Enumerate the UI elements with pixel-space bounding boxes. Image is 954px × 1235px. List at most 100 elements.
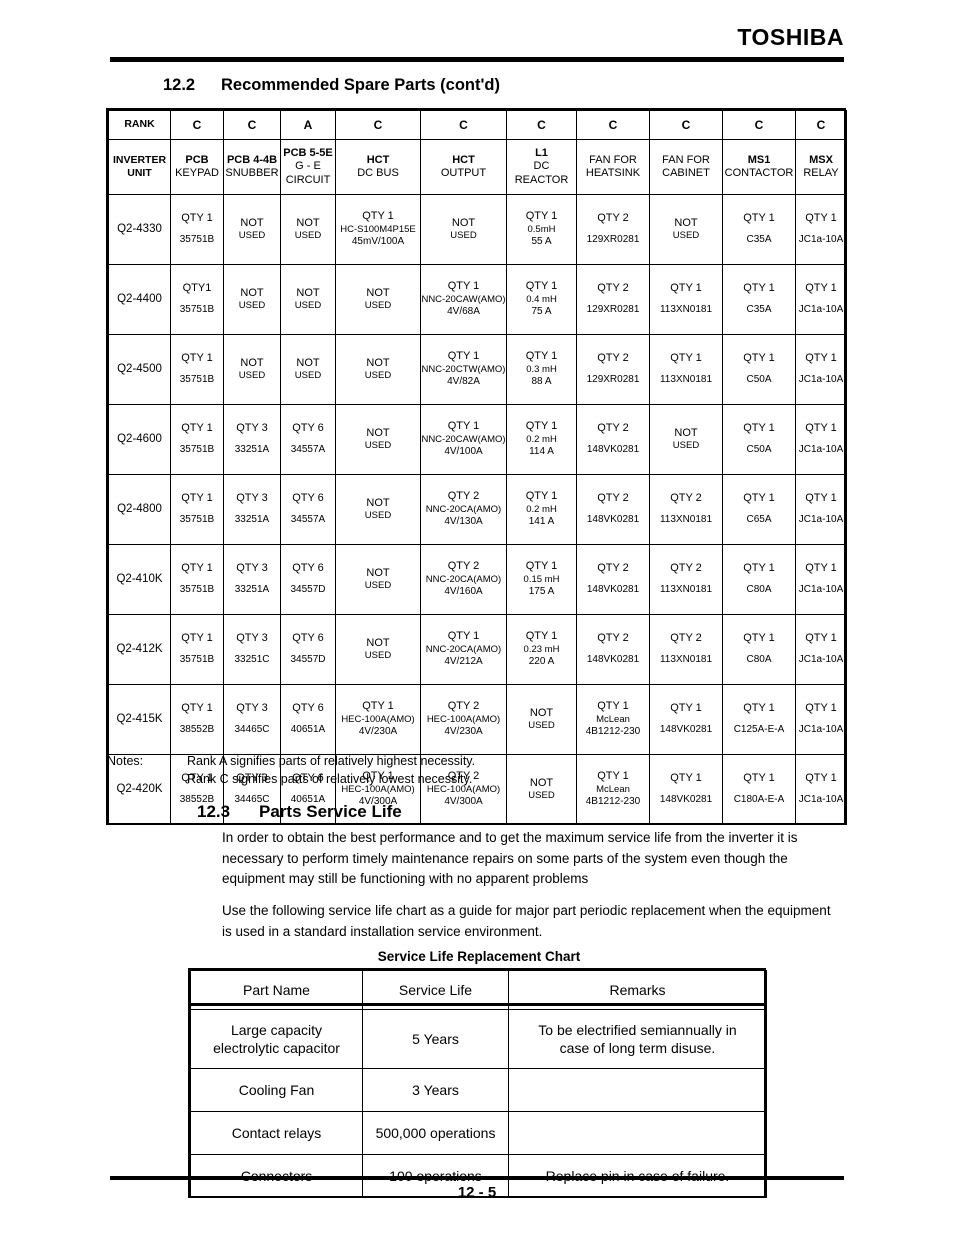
- parts-cell-r1-c2: NOT USED: [280, 264, 336, 335]
- parts-cell-r8-c8: QTY 1 C180A-E-A: [722, 754, 796, 825]
- parts-cell-r1-c1: NOT USED: [223, 264, 281, 335]
- parts-cell-r0-c9: QTY 1 JC1a-10A: [795, 194, 847, 265]
- rank-cell-2: A: [280, 110, 336, 140]
- parts-cell-r1-c7: QTY 1 113XN0181: [649, 264, 723, 335]
- column-header-0: PCB KEYPAD: [170, 139, 224, 195]
- parts-cell-r2-c7: QTY 1 113XN0181: [649, 334, 723, 405]
- parts-cell-r4-c9: QTY 1 JC1a-10A: [795, 474, 847, 545]
- parts-cell-r5-c0: QTY 1 35751B: [170, 544, 224, 615]
- parts-cell-r8-c6: QTY 1 McLean 4B1212-230: [576, 754, 650, 825]
- parts-cell-r3-c9: QTY 1 JC1a-10A: [795, 404, 847, 475]
- column-header-2: PCB 5-5E G - E CIRCUIT: [280, 139, 336, 195]
- inverter-unit-cell: Q2-4600: [108, 404, 171, 475]
- parts-cell-r6-c5: QTY 1 0.23 mH 220 A: [506, 614, 577, 685]
- section-heading-12-2: 12.2 Recommended Spare Parts (cont'd): [163, 76, 500, 95]
- inverter-unit-cell: Q2-4500: [108, 334, 171, 405]
- section-heading-12-3: 12.3 Parts Service Life: [197, 802, 402, 822]
- column-header-7: FAN FOR CABINET: [649, 139, 723, 195]
- service-life-chart-wrapper: Part Name Service Life Remarks Large capaci…: [188, 968, 767, 1198]
- parts-cell-r0-c5: QTY 1 0.5mH 55 A: [506, 194, 577, 265]
- section-number-12-2: 12.2: [163, 76, 196, 94]
- parts-cell-r5-c2: QTY 6 34557D: [280, 544, 336, 615]
- brand-header: TOSHIBA: [110, 26, 844, 50]
- parts-cell-r2-c2: NOT USED: [280, 334, 336, 405]
- slc-remarks: [508, 1068, 767, 1112]
- inverter-unit-cell: Q2-412K: [108, 614, 171, 685]
- parts-cell-r2-c8: QTY 1 C50A: [722, 334, 796, 405]
- rank-row-label: RANK: [108, 110, 171, 140]
- parts-cell-r4-c3: NOT USED: [335, 474, 421, 545]
- inverter-unit-cell: Q2-4800: [108, 474, 171, 545]
- parts-cell-r2-c6: QTY 2 129XR0281: [576, 334, 650, 405]
- parts-cell-r1-c9: QTY 1 JC1a-10A: [795, 264, 847, 335]
- parts-cell-r6-c6: QTY 2 148VK0281: [576, 614, 650, 685]
- parts-cell-r6-c3: NOT USED: [335, 614, 421, 685]
- table-row-header: INVERTER UNIT PCB KEYPAD PCB 4-4B SNUBBER PCB …: [108, 139, 847, 195]
- inverter-unit-cell: Q2-4400: [108, 264, 171, 335]
- parts-cell-r3-c2: QTY 6 34557A: [280, 404, 336, 475]
- parts-cell-r3-c1: QTY 3 33251A: [223, 404, 281, 475]
- inverter-unit-header: INVERTER UNIT: [108, 139, 171, 195]
- notes-block: Notes: Rank A signifies parts of relativ…: [107, 752, 475, 788]
- rank-cell-5: C: [506, 110, 577, 140]
- parts-cell-r0-c8: QTY 1 C35A: [722, 194, 796, 265]
- inverter-unit-cell: Q2-410K: [108, 544, 171, 615]
- parts-cell-r2-c0: QTY 1 35751B: [170, 334, 224, 405]
- parts-cell-r3-c0: QTY 1 35751B: [170, 404, 224, 475]
- slc-part-name: Contact relays: [190, 1111, 363, 1155]
- parts-cell-r4-c5: QTY 1 0.2 mH 141 A: [506, 474, 577, 545]
- parts-cell-r4-c0: QTY 1 35751B: [170, 474, 224, 545]
- section-title-12-3: Parts Service Life: [259, 802, 402, 821]
- recommended-spare-parts-table: RANK C C A C C C C C C C INVERTER UNIT PCB KEYPAD PCB 4…: [108, 110, 847, 825]
- parts-cell-r4-c1: QTY 3 33251A: [223, 474, 281, 545]
- parts-cell-r3-c7: NOT USED: [649, 404, 723, 475]
- parts-cell-r8-c9: QTY 1 JC1a-10A: [795, 754, 847, 825]
- header-divider: [110, 57, 844, 62]
- parts-cell-r6-c4: QTY 1 NNC-20CA(AMO) 4V/212A: [420, 614, 507, 685]
- column-header-8: MS1 CONTACTOR: [722, 139, 796, 195]
- parts-cell-r0-c3: QTY 1 HC-S100M4P15E 45mV/100A: [335, 194, 421, 265]
- parts-cell-r1-c8: QTY 1 C35A: [722, 264, 796, 335]
- parts-cell-r3-c5: QTY 1 0.2 mH 114 A: [506, 404, 577, 475]
- parts-cell-r5-c8: QTY 1 C80A: [722, 544, 796, 615]
- document-page: TOSHIBA 12.2 Recommended Spare Parts (con…: [0, 0, 954, 1235]
- rank-cell-1: C: [223, 110, 281, 140]
- parts-cell-r5-c3: NOT USED: [335, 544, 421, 615]
- parts-cell-r7-c7: QTY 1 148VK0281: [649, 684, 723, 755]
- column-header-3: HCT DC BUS: [335, 139, 421, 195]
- parts-cell-r6-c1: QTY 3 33251C: [223, 614, 281, 685]
- column-header-6: FAN FOR HEATSINK: [576, 139, 650, 195]
- rank-cell-6: C: [576, 110, 650, 140]
- parts-cell-r8-c7: QTY 1 148VK0281: [649, 754, 723, 825]
- parts-cell-r2-c9: QTY 1 JC1a-10A: [795, 334, 847, 405]
- parts-cell-r0-c7: NOT USED: [649, 194, 723, 265]
- column-header-9: MSX RELAY: [795, 139, 847, 195]
- parts-cell-r5-c7: QTY 2 113XN0181: [649, 544, 723, 615]
- parts-cell-r6-c2: QTY 6 34557D: [280, 614, 336, 685]
- parts-cell-r7-c9: QTY 1 JC1a-10A: [795, 684, 847, 755]
- parts-cell-r4-c2: QTY 6 34557A: [280, 474, 336, 545]
- service-life-paragraph-1: In order to obtain the best performance …: [222, 830, 798, 887]
- slc-part-name: Large capacity electrolytic capacitor: [190, 1009, 363, 1069]
- parts-cell-r6-c8: QTY 1 C80A: [722, 614, 796, 685]
- note-line-2: Rank C signifies parts of relatively low…: [187, 772, 473, 787]
- table-row: Q2-4500 QTY 1 35751B NOT USED NOT USED NOT USED Q…: [108, 334, 847, 405]
- parts-cell-r5-c1: QTY 3 33251A: [223, 544, 281, 615]
- parts-cell-r0-c0: QTY 1 35751B: [170, 194, 224, 265]
- inverter-unit-cell: Q2-4330: [108, 194, 171, 265]
- parts-cell-r5-c5: QTY 1 0.15 mH 175 A: [506, 544, 577, 615]
- section-number-12-3: 12.3: [197, 802, 231, 821]
- parts-cell-r7-c3: QTY 1 HEC-100A(AMO) 4V/230A: [335, 684, 421, 755]
- table-row-rank: RANK C C A C C C C C C C: [108, 110, 847, 140]
- footer-divider: [110, 1176, 844, 1180]
- parts-cell-r2-c1: NOT USED: [223, 334, 281, 405]
- table-row: Q2-4400 QTY1 35751B NOT USED NOT USED NOT USED QT…: [108, 264, 847, 335]
- parts-cell-r4-c6: QTY 2 148VK0281: [576, 474, 650, 545]
- parts-cell-r0-c6: QTY 2 129XR0281: [576, 194, 650, 265]
- parts-cell-r7-c2: QTY 6 40651A: [280, 684, 336, 755]
- table-row: Q2-4800 QTY 1 35751B QTY 3 33251A QTY 6 34557A…: [108, 474, 847, 545]
- rank-cell-3: C: [335, 110, 421, 140]
- parts-cell-r7-c8: QTY 1 C125A-E-A: [722, 684, 796, 755]
- table-row: Q2-412K QTY 1 35751B QTY 3 33251C QTY 6 34557D…: [108, 614, 847, 685]
- parts-cell-r7-c6: QTY 1 McLean 4B1212-230: [576, 684, 650, 755]
